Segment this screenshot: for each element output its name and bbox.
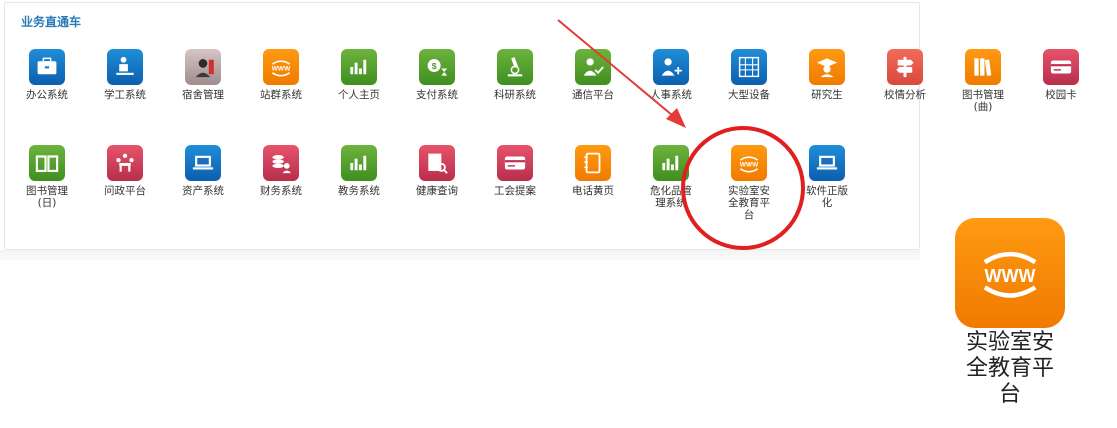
laptop-icon [809,145,845,181]
notebook-icon [575,145,611,181]
app-tile-大型设备[interactable]: 大型设备 [719,49,779,101]
app-tile-科研系统[interactable]: 科研系统 [485,49,545,101]
open-book-icon [29,145,65,181]
www-icon: WWW [263,49,299,85]
app-tile-健康查询[interactable]: 健康查询 [407,145,467,197]
app-tile-校情分析[interactable]: 校情分析 [875,49,935,101]
app-label: 宿舍管理 [182,89,224,101]
app-label: 个人主页 [338,89,380,101]
coins-person-icon [263,145,299,181]
app-tile-校园卡[interactable]: 校园卡 [1031,49,1091,101]
bar-chart-icon [341,49,377,85]
zoomed-label: 实验室安 全教育平台 [965,330,1054,407]
svg-text:WWW: WWW [272,65,291,72]
app-label: 图书管理 (曲) [962,89,1004,113]
books-icon [965,49,1001,85]
app-tile-工会提案[interactable]: 工会提案 [485,145,545,197]
briefcase-icon [29,49,65,85]
graduate-icon [809,49,845,85]
bar-chart-icon [341,145,377,181]
app-label: 研究生 [811,89,843,101]
student-desk-icon [107,49,143,85]
app-label: 问政平台 [104,185,146,197]
app-label: 图书管理 (日) [26,185,68,209]
app-label: 电话黄页 [572,185,614,197]
app-tile-站群系统[interactable]: WWW 站群系统 [251,49,311,101]
laptop-icon [185,145,221,181]
app-label: 教务系统 [338,185,380,197]
app-label: 校情分析 [884,89,926,101]
card-icon [1043,49,1079,85]
doc-search-icon [419,145,455,181]
app-label: 工会提案 [494,185,536,197]
zoomed-www-icon: WWW [955,218,1065,328]
person-photo-icon [185,49,221,85]
app-tile-图书管理日[interactable]: 图书管理 (日) [17,145,77,209]
card-icon [497,145,533,181]
app-label: 资产系统 [182,185,224,197]
dollar-hourglass-icon: $ [419,49,455,85]
app-tile-办公系统[interactable]: 办公系统 [17,49,77,101]
app-tile-电话黄页[interactable]: 电话黄页 [563,145,623,197]
red-arrow-annotation [557,19,686,128]
app-label: 站群系统 [260,89,302,101]
red-circle-annotation [681,126,805,250]
svg-text:WWW: WWW [985,266,1036,286]
abacus-icon [731,49,767,85]
app-label: 大型设备 [728,89,770,101]
app-tile-教务系统[interactable]: 教务系统 [329,145,389,197]
microscope-icon [497,49,533,85]
svg-text:$: $ [432,61,437,71]
meeting-icon [107,145,143,181]
app-label: 校园卡 [1045,89,1077,101]
app-label: 学工系统 [104,89,146,101]
app-tile-资产系统[interactable]: 资产系统 [173,145,233,197]
app-tile-研究生[interactable]: 研究生 [797,49,857,101]
app-label: 支付系统 [416,89,458,101]
app-tile-问政平台[interactable]: 问政平台 [95,145,155,197]
app-tile-宿舍管理[interactable]: 宿舍管理 [173,49,233,101]
app-tile-支付系统[interactable]: $ 支付系统 [407,49,467,101]
app-tile-学工系统[interactable]: 学工系统 [95,49,155,101]
signpost-icon [887,49,923,85]
app-tile-财务系统[interactable]: 财务系统 [251,145,311,197]
app-label: 科研系统 [494,89,536,101]
app-tile-图书管理曲[interactable]: 图书管理 (曲) [953,49,1013,113]
app-label: 财务系统 [260,185,302,197]
app-tile-个人主页[interactable]: 个人主页 [329,49,389,101]
app-label: 办公系统 [26,89,68,101]
section-title: 业务直通车 [21,15,82,29]
app-label: 健康查询 [416,185,458,197]
